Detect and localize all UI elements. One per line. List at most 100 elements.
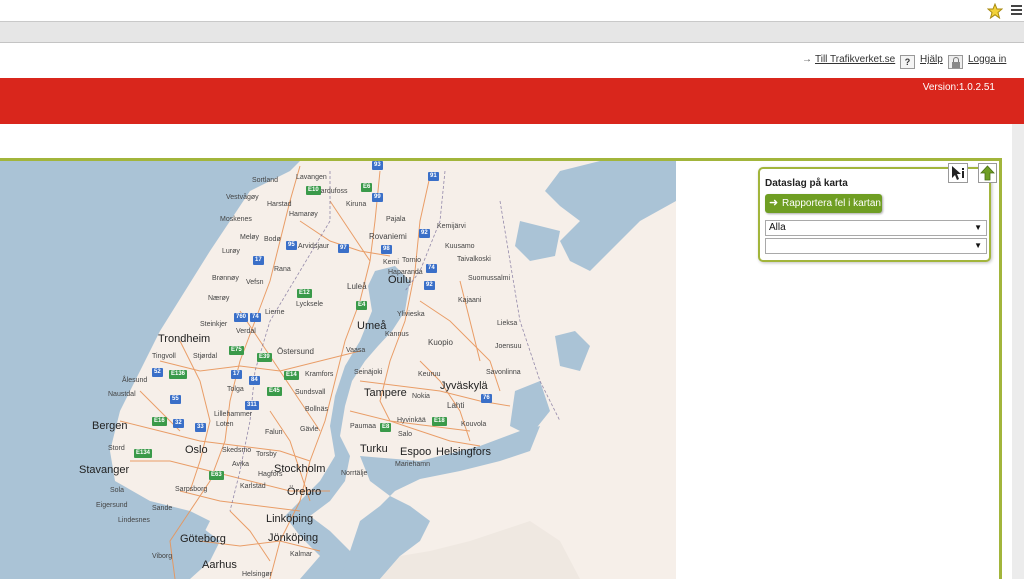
road-shield-national: 98 [381,245,392,254]
map-town-label: Kemi [383,259,399,266]
data-type-select[interactable]: Alla ▼ [765,220,987,236]
help-icon[interactable]: ? [900,55,915,69]
report-map-error-button[interactable]: ➜ Rapportera fel i kartan [765,194,882,213]
map-town-label: Steinkjer [200,321,228,328]
select-value: Alla [769,222,786,233]
map-town-label: Lycksele [296,301,323,308]
map-town-label: Bodø [264,236,281,243]
road-shield-national: 76 [481,394,492,403]
map-town-label: Viborg [152,553,173,560]
data-subtype-select[interactable]: ▼ [765,238,987,254]
map-city-label: Umeå [357,320,387,332]
map-city-label: Lahti [447,401,465,410]
scrollbar-track[interactable] [1012,124,1024,579]
map-town-label: Hyvinkää [397,417,426,424]
map-town-label: Keuruu [418,371,441,378]
login-link[interactable]: Logga in [968,54,1006,65]
map-town-label: Seinäjoki [354,369,383,376]
map-town-label: Lierne [265,309,285,316]
map-town-label: Paumaa [350,423,377,430]
map-town-label: Naustdal [108,391,136,398]
map-town-label: Karlstad [240,483,266,490]
map-town-label: Östersund [277,347,314,356]
map-town-label: Torsby [256,451,277,458]
map-town-label: Taivalkoski [457,256,491,263]
map-town-label: Kalmar [290,551,313,558]
lock-icon[interactable] [948,55,963,69]
map-city-label: Espoo [400,446,432,458]
map-city-label: Jyväskylä [440,380,488,392]
map-town-label: Hagfors [258,471,283,478]
map-city-label: Stavanger [79,464,130,476]
map-town-label: Sarpsborg [175,486,208,493]
road-shield-national: 97 [338,244,349,253]
map-city-label: Oslo [185,444,208,456]
map-town-label: Kramfors [305,371,334,378]
browser-bookmarks-bar [0,22,1024,43]
map-city-label: Kuopio [428,338,453,347]
road-shield-national: 93 [372,161,383,170]
map-town-label: Haparanda [388,269,423,276]
hamburger-menu-icon[interactable] [1011,5,1022,17]
map-town-label: Vestvågøy [226,194,259,201]
road-shield-national: 17 [231,370,242,379]
map-town-label: Sundsvall [295,389,326,396]
header-banner: Version:1.0.2.51 [0,78,1024,124]
map-town-label: Avika [232,461,249,468]
map-canvas[interactable]: Trondheim Umeå Oulu Vaasa Bergen Oslo St… [0,161,676,579]
map-town-label: Sande [152,505,173,512]
cursor-info-icon[interactable] [948,163,968,183]
road-shield-national: 91 [428,172,439,181]
trafikverket-link-row: → Till Trafikverket.se [802,54,895,70]
map-town-label: Kannus [385,331,409,338]
map-town-label: Ålesund [122,377,148,384]
version-label: Version:1.0.2.51 [922,82,995,93]
map-town-label: Lurøy [222,248,240,255]
panel-title: Dataslag på karta [765,178,848,189]
map-town-label: Nærøy [208,295,230,302]
help-link-row: Hjälp [920,54,943,70]
road-shield-e: E12 [297,289,312,298]
map-city-label: Oulu [388,274,412,286]
map-town-label: Mariehamn [395,461,431,468]
map-town-label: Norrtälje [341,470,368,477]
road-shield-e: E4 [356,301,368,310]
dropdown-arrow-icon: ▼ [974,241,982,250]
map-town-label: Kiruna [346,201,367,208]
map-town-label: Hamarøy [289,211,318,218]
map-town-label: Harstad [267,201,292,208]
road-shield-e: E136 [169,370,188,379]
star-icon[interactable] [987,3,1003,19]
map-town-label: Kouvola [461,421,487,428]
map-city-label: Linköping [266,513,314,525]
map-town-label: Salo [398,431,413,438]
map-city-label: Göteborg [180,533,226,545]
trafikverket-link[interactable]: Till Trafikverket.se [815,54,895,65]
map-town-label: Tornio [402,257,422,264]
arrow-right-icon: → [802,54,812,65]
road-shield-national: 92 [424,281,435,290]
map-town-label: Vefsn [246,279,264,286]
map-town-label: Nokia [412,393,430,400]
map-town-label: Pajala [386,216,406,223]
map-town-label: Bollnäs [305,406,328,413]
help-link[interactable]: Hjälp [920,54,943,65]
map-city-label: Tampere [364,387,407,399]
map-town-label: Helsingør [242,571,272,578]
map-city-label: Rovaniemi [369,232,407,241]
login-link-row: Logga in [968,54,1006,70]
road-shield-national: 52 [152,368,163,377]
road-shield-national: 760 [234,313,249,322]
map-town-label: Lillehammer [214,411,253,418]
road-shield-national: 311 [245,401,259,410]
map-town-label: Rana [274,266,291,273]
map-city-label: Luleå [347,282,367,291]
map-town-label: Skedsmo [222,447,252,454]
page-root: → Till Trafikverket.se ? Hjälp Logga in V… [0,0,1024,579]
arrow-right-icon: ➜ [769,197,779,209]
map-town-label: Kemijärvi [437,223,466,230]
green-arrow-up-icon[interactable] [978,163,997,183]
road-shield-e: E63 [209,471,224,480]
map-town-label: Stord [108,445,125,452]
road-shield-national: 99 [372,193,383,202]
